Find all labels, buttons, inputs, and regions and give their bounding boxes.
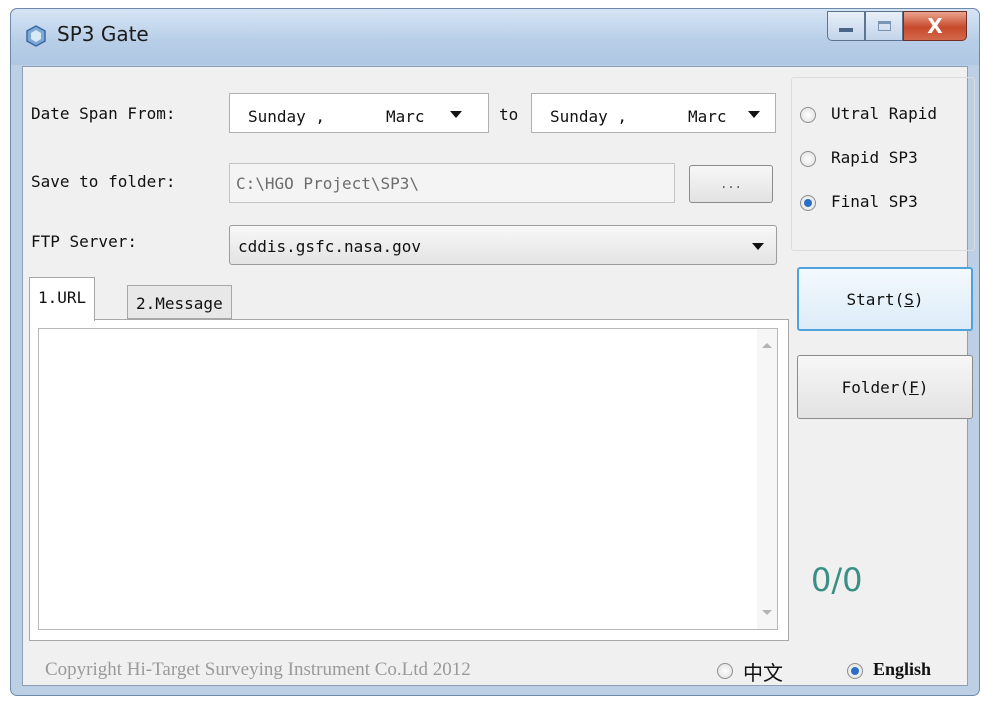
tab-message-label: 2.Message [136, 294, 223, 313]
product-option-rapid[interactable]: Rapid SP3 [797, 146, 973, 172]
progress-counter: 0/0 [811, 561, 863, 599]
product-option-final[interactable]: Final SP3 [797, 190, 973, 216]
rapid-label: Rapid SP3 [831, 148, 918, 167]
window-title: SP3 Gate [57, 22, 149, 46]
chevron-down-icon[interactable] [748, 111, 760, 118]
english-label: English [873, 659, 932, 679]
tab-content-panel [29, 319, 789, 641]
scroll-down-icon[interactable] [762, 610, 772, 615]
maximize-icon [877, 21, 891, 31]
to-day-text: Sunday , [550, 107, 628, 126]
radio-icon [717, 663, 733, 679]
maximize-button[interactable] [865, 11, 903, 41]
language-option-english[interactable]: English [843, 657, 969, 685]
minimize-button[interactable] [827, 11, 865, 41]
start-paren: ) [913, 289, 924, 309]
from-date-picker[interactable]: Sunday , Marc [229, 93, 489, 133]
sp3-gate-window: SP3 Gate X Date Span From: Sunday , Marc… [10, 8, 980, 696]
tab-message[interactable]: 2.Message [127, 285, 232, 319]
final-label: Final SP3 [831, 192, 918, 211]
chinese-label: 中文 [743, 661, 783, 685]
scroll-up-icon[interactable] [762, 343, 772, 348]
start-text: Start( [846, 289, 905, 309]
save-folder-label: Save to folder: [31, 172, 176, 191]
ultra-rapid-label: Utral Rapid [831, 104, 937, 123]
folder-text: Folder( [841, 377, 910, 397]
save-folder-value: C:\HGO Project\SP3\ [236, 174, 420, 193]
vertical-scrollbar[interactable] [757, 329, 777, 629]
radio-icon [800, 151, 816, 167]
client-area: Date Span From: Sunday , Marc to Sunday … [22, 66, 975, 686]
radio-selected-icon [847, 663, 863, 679]
ftp-server-label: FTP Server: [31, 232, 137, 251]
to-label: to [499, 105, 519, 124]
close-icon: X [927, 14, 943, 38]
tab-url-label: 1.URL [38, 288, 87, 307]
date-span-label: Date Span From: [31, 104, 176, 123]
from-day-text: Sunday , [248, 107, 326, 126]
app-icon [26, 25, 46, 47]
browse-label: ... [720, 177, 742, 191]
title-bar[interactable]: SP3 Gate X [11, 9, 979, 65]
start-key: S [904, 289, 914, 309]
folder-button[interactable]: Folder(F) [797, 355, 973, 419]
chevron-down-icon[interactable] [450, 111, 462, 118]
copyright-text: Copyright Hi-Target Surveying Instrument… [45, 659, 471, 680]
language-option-chinese[interactable]: 中文 [713, 657, 813, 685]
ftp-server-select[interactable]: cddis.gsfc.nasa.gov [229, 225, 777, 265]
minimize-icon [839, 28, 853, 32]
folder-paren: ) [918, 377, 929, 397]
save-folder-field[interactable]: C:\HGO Project\SP3\ [229, 163, 675, 203]
to-date-picker[interactable]: Sunday , Marc [531, 93, 776, 133]
url-text-area[interactable] [38, 328, 778, 630]
chevron-down-icon[interactable] [752, 243, 764, 250]
browse-folder-button[interactable]: ... [689, 165, 773, 203]
radio-selected-icon [800, 195, 816, 211]
tab-url[interactable]: 1.URL [29, 277, 96, 321]
folder-key: F [909, 377, 919, 397]
to-month-text: Marc [688, 107, 727, 126]
from-month-text: Marc [386, 107, 425, 126]
start-button[interactable]: Start(S) [797, 267, 973, 331]
ftp-server-value: cddis.gsfc.nasa.gov [238, 237, 422, 256]
close-button[interactable]: X [903, 11, 967, 41]
product-option-ultra-rapid[interactable]: Utral Rapid [797, 102, 973, 128]
radio-icon [800, 107, 816, 123]
